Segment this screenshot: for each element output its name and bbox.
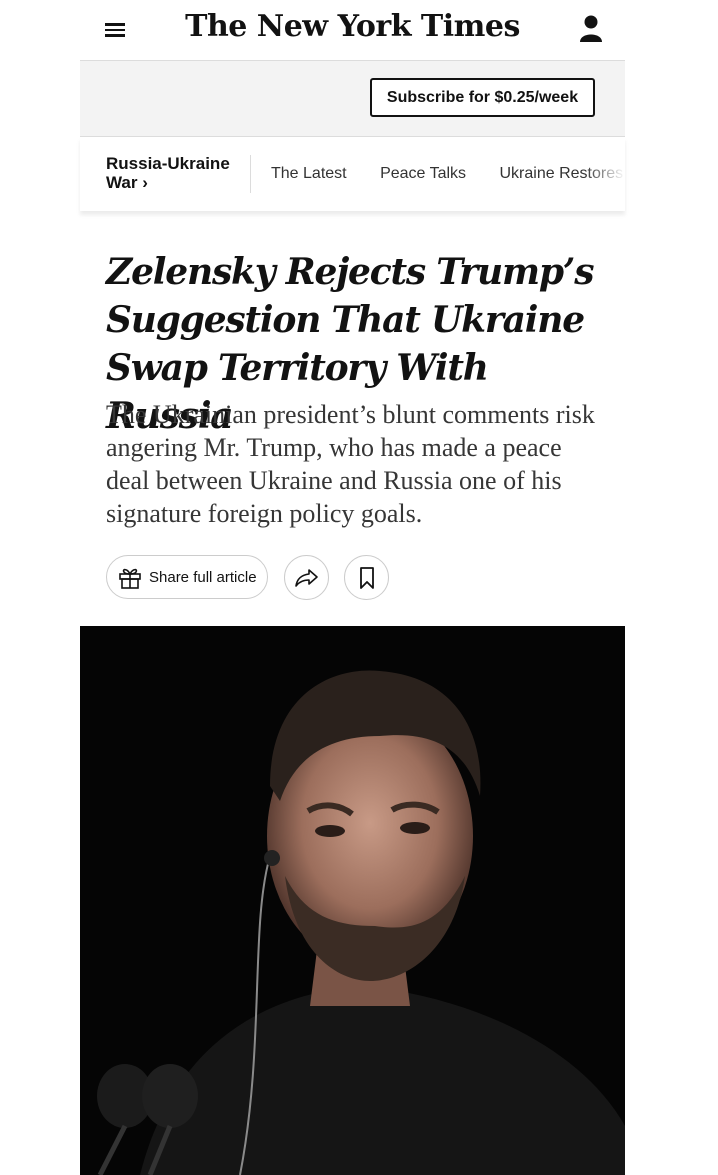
share-full-article-button[interactable]: Share full article bbox=[106, 555, 268, 599]
nyt-logo[interactable]: The New York Times bbox=[80, 9, 625, 44]
article-lead-photo bbox=[80, 626, 625, 1175]
section-divider bbox=[250, 155, 251, 193]
section-link-the-latest[interactable]: The Latest bbox=[271, 165, 347, 182]
subscribe-button[interactable]: Subscribe for $0.25/week bbox=[370, 78, 595, 117]
article-page: The New York Times Subscribe for $0.25/w… bbox=[80, 0, 625, 1175]
top-header: The New York Times bbox=[80, 0, 625, 61]
scroll-fade bbox=[585, 137, 625, 211]
bookmark-button[interactable] bbox=[344, 555, 389, 600]
article-summary: The Ukrainian president’s blunt comments… bbox=[106, 400, 595, 528]
share-button[interactable] bbox=[284, 555, 329, 600]
subscribe-bar: Subscribe for $0.25/week bbox=[80, 61, 625, 137]
portrait-image bbox=[80, 626, 625, 1175]
section-nav: Russia-Ukraine War › The Latest Peace Ta… bbox=[80, 137, 625, 211]
gift-icon bbox=[119, 568, 141, 589]
share-full-article-label: Share full article bbox=[149, 568, 257, 586]
share-arrow-icon bbox=[294, 568, 318, 587]
section-title-link[interactable]: Russia-Ukraine War › bbox=[106, 154, 241, 192]
section-links: The Latest Peace Talks Ukraine Restores … bbox=[271, 165, 625, 183]
section-link-peace-talks[interactable]: Peace Talks bbox=[380, 165, 466, 182]
bookmark-icon bbox=[359, 566, 374, 589]
user-account-icon[interactable] bbox=[579, 15, 603, 43]
